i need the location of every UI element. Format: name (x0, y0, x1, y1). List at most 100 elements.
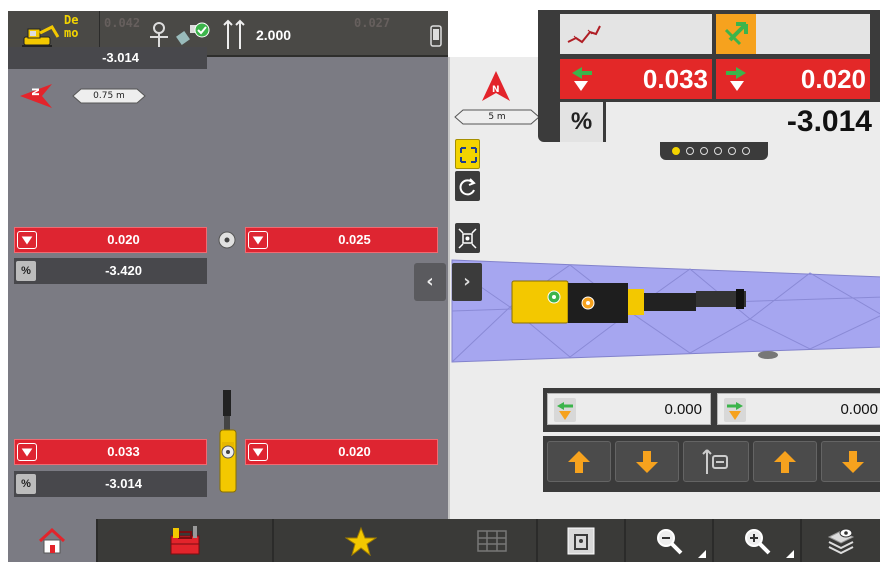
percent-icon: % (16, 261, 36, 281)
table-view-button[interactable] (448, 519, 538, 562)
right-raise-button[interactable] (753, 441, 817, 482)
offset-bar: 0.000 0.000 (543, 388, 880, 432)
favorite-star-icon (345, 526, 377, 556)
left-lower-button[interactable] (615, 441, 679, 482)
arrow-up-icon (568, 450, 590, 473)
grade-row-top: -3.014 (8, 47, 207, 69)
page-dot[interactable] (700, 147, 708, 155)
grade-value: -3.014 (105, 476, 142, 491)
page-indicator[interactable] (660, 142, 768, 160)
left-edge-height[interactable]: 0.033 (560, 59, 712, 99)
satellite-icon (176, 22, 210, 45)
home-button[interactable] (8, 519, 98, 562)
grade-value: -3.014 (102, 50, 139, 65)
excavator-icon (22, 25, 60, 48)
reset-offset-icon (702, 448, 728, 474)
right-height-field[interactable]: 0.020 (245, 439, 438, 465)
height-value: 0.020 (338, 444, 371, 459)
zoom-in-icon (745, 528, 771, 554)
zoom-in-button[interactable] (714, 519, 802, 562)
tools-button[interactable] (98, 519, 274, 562)
right-cut-icon (726, 67, 746, 91)
right-lower-button[interactable] (821, 441, 880, 482)
expand-icon (460, 147, 477, 163)
target-tool-button[interactable] (538, 519, 626, 562)
readout-overlay: 0.033 0.020 % -3.014 (538, 10, 880, 142)
scale-label: 0.75 m (93, 91, 125, 101)
direction-view-button[interactable] (716, 14, 870, 54)
bottom-nav-left (8, 519, 448, 562)
height-value: 0.020 (107, 232, 140, 247)
height-value: 0.033 (107, 444, 140, 459)
right-offset-icon (724, 398, 746, 422)
height-value: 0.025 (338, 232, 371, 247)
options-corner-icon (786, 550, 794, 558)
direction-arrow-icon (716, 14, 756, 54)
expand-panel-button[interactable]: › (452, 263, 482, 301)
overlay-grade[interactable]: % -3.014 (560, 102, 880, 142)
percent-icon: % (560, 102, 606, 142)
cut-triangle-icon (17, 443, 37, 461)
layers-eye-icon (827, 528, 855, 554)
app-root: 0.042 0.027 De mo 2.000 -3.014 N 0.75 m … (0, 0, 880, 562)
rotate-view-button[interactable] (455, 171, 480, 201)
cut-triangle-icon (248, 443, 268, 461)
right-height-field[interactable]: 0.025 (245, 227, 438, 253)
left-offset-icon (554, 398, 576, 422)
layers-button[interactable] (802, 519, 880, 562)
offset-value: 0.000 (664, 401, 702, 418)
depth-value: 2.000 (256, 27, 292, 43)
center-target-icon (458, 228, 477, 249)
page-dot[interactable] (742, 147, 750, 155)
chevron-left-icon: ‹ (426, 271, 434, 292)
center-point-icon (218, 231, 236, 249)
status-ghost-value: 0.027 (354, 16, 391, 30)
left-height-field[interactable]: 0.033 (14, 439, 207, 465)
left-raise-button[interactable] (547, 441, 611, 482)
excavator-map-icon (511, 280, 746, 324)
target-tool-icon (567, 527, 595, 554)
grade-value: -3.420 (105, 263, 142, 278)
arrow-up-icon (774, 450, 796, 473)
left-offset-field[interactable]: 0.000 (547, 393, 711, 425)
profile-line-icon (567, 25, 601, 44)
page-dot[interactable] (714, 147, 722, 155)
left-cut-icon (572, 67, 592, 91)
left-height-field[interactable]: 0.020 (14, 227, 207, 253)
north-arrow-icon: N (482, 71, 510, 101)
profile-view-button[interactable] (560, 14, 712, 54)
page-dot[interactable] (686, 147, 694, 155)
arrow-down-icon (636, 450, 658, 473)
favorites-button[interactable] (274, 519, 448, 562)
fit-extent-button[interactable] (455, 139, 480, 169)
grid-table-icon (477, 529, 507, 552)
page-dot[interactable] (728, 147, 736, 155)
grade-field[interactable]: % -3.014 (14, 471, 207, 497)
reset-offset-button[interactable] (683, 441, 749, 482)
zoom-out-icon (657, 528, 683, 554)
bottom-nav-right (448, 519, 880, 562)
scale-bar: 5 m (454, 109, 540, 125)
center-machine-button[interactable] (455, 223, 480, 253)
adjust-bar (543, 436, 880, 492)
status-ghost-value: 0.042 (104, 16, 141, 30)
cut-triangle-icon (248, 231, 268, 249)
options-corner-icon (698, 550, 706, 558)
svg-text:N: N (31, 88, 42, 96)
page-dot[interactable] (672, 147, 680, 155)
zoom-out-button[interactable] (626, 519, 714, 562)
home-icon (38, 527, 66, 553)
collapse-panel-button[interactable]: ‹ (414, 263, 446, 301)
arrow-down-icon (842, 450, 864, 473)
right-offset-field[interactable]: 0.000 (717, 393, 880, 425)
toolbox-icon (170, 525, 200, 554)
depth-icon (223, 19, 245, 49)
grade-value: -3.014 (786, 105, 872, 138)
height-value: 0.033 (642, 64, 708, 94)
right-edge-height[interactable]: 0.020 (716, 59, 870, 99)
grade-field[interactable]: % -3.420 (14, 258, 207, 284)
excavator-top-view (219, 390, 237, 493)
gps-antenna-icon (150, 22, 168, 47)
demo-label: De mo (64, 13, 79, 40)
offset-value: 0.000 (840, 401, 878, 418)
